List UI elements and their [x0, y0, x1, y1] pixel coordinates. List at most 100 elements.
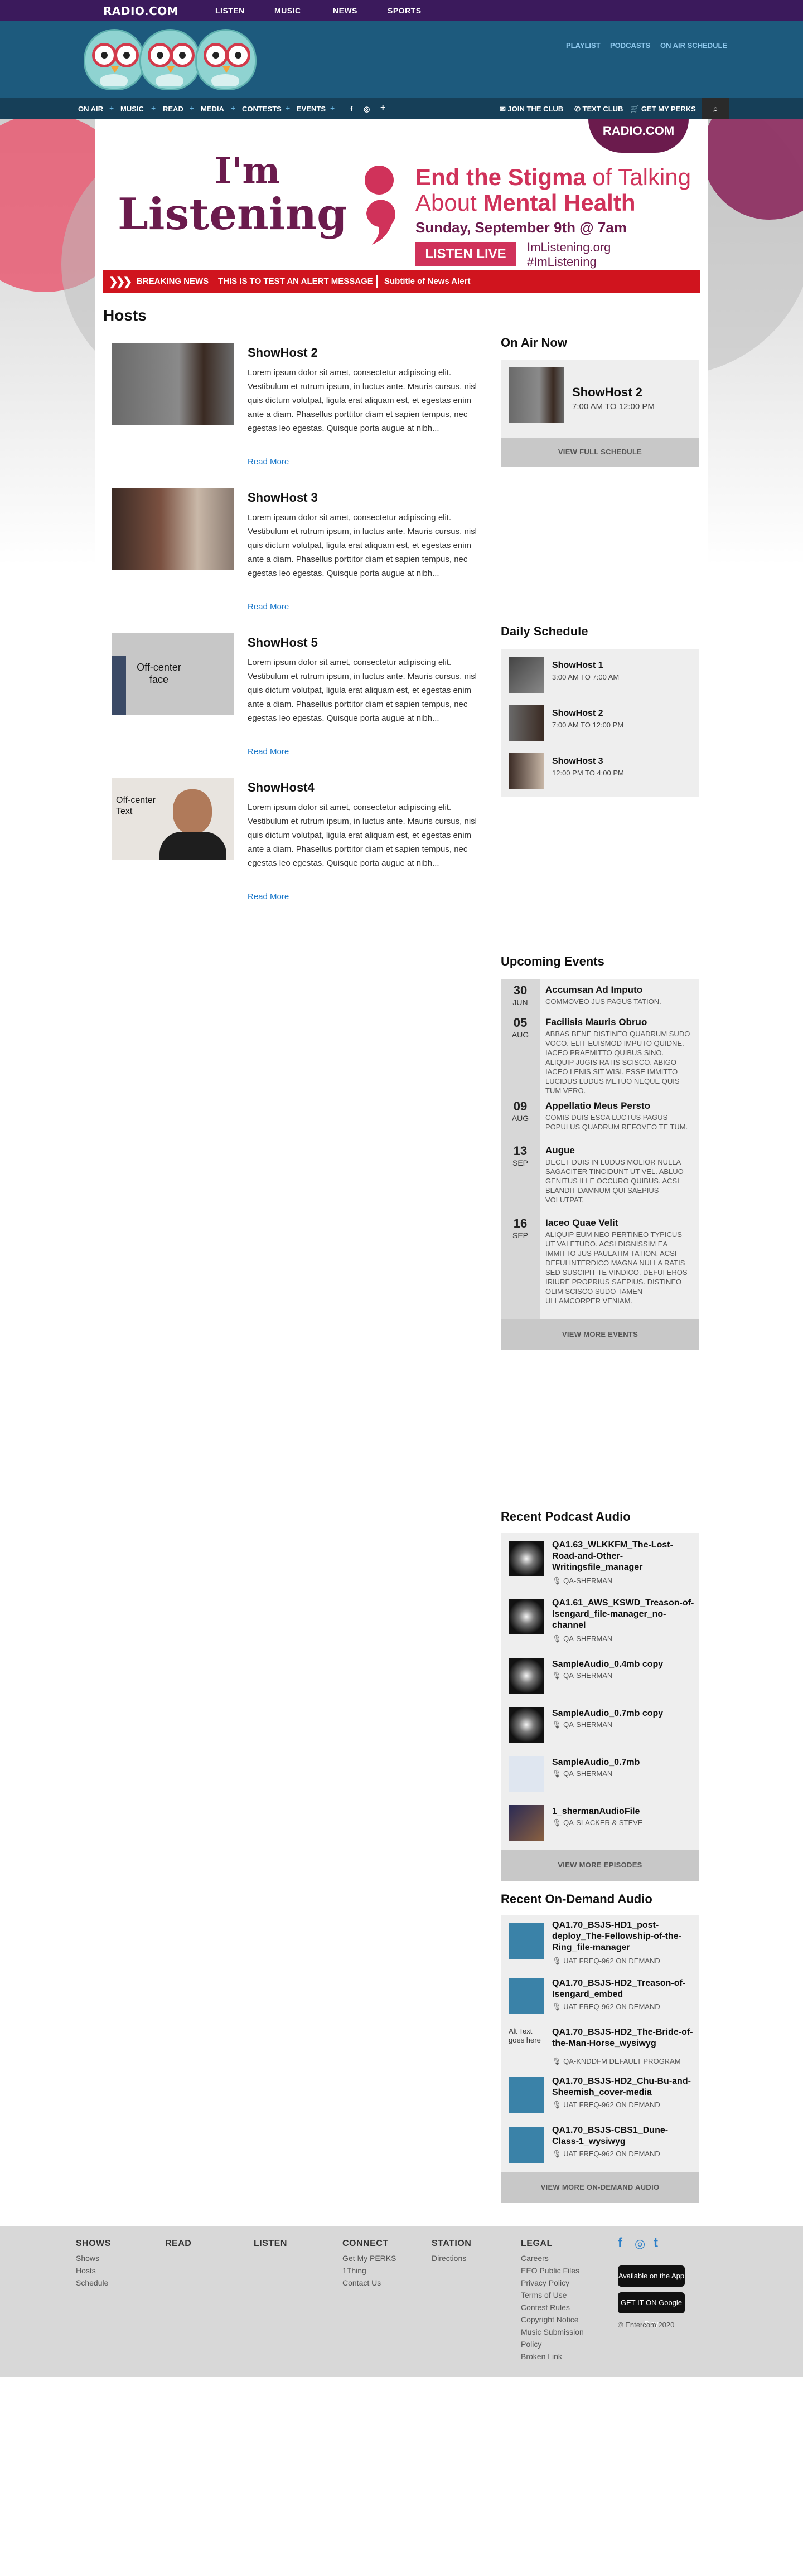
im-listening-banner[interactable]: I'm Listening End the Stigma of Talking … [103, 148, 700, 270]
nav-contests[interactable]: CONTESTS [242, 105, 282, 113]
podcast-episode-title[interactable]: QA1.61_AWS_KSWD_Treason-of-Isengard_file… [552, 1598, 694, 1631]
station-logo-owl[interactable] [195, 29, 257, 90]
instagram-icon[interactable]: ◎ [364, 105, 370, 114]
schedule-host[interactable]: ShowHost 1 [552, 661, 603, 671]
facebook-icon[interactable]: f [350, 105, 352, 113]
footer-link[interactable]: EEO Public Files [521, 2264, 579, 2277]
event-title[interactable]: Accumsan Ad Imputo [545, 984, 642, 996]
facebook-icon[interactable]: f [618, 2235, 622, 2251]
footer-link[interactable]: Broken Link [521, 2350, 562, 2362]
read-more-link[interactable]: Read More [248, 602, 289, 612]
header-link-playlist[interactable]: PLAYLIST [566, 41, 601, 50]
host-photo[interactable]: Off-center face [112, 633, 234, 715]
on-demand-title-link[interactable]: QA1.70_BSJS-HD2_Treason-of-Isengard_embe… [552, 1978, 694, 2000]
top-link-music[interactable]: MUSIC [274, 6, 301, 15]
footer-link[interactable]: Copyright Notice [521, 2313, 579, 2326]
banner-url[interactable]: ImListening.org [527, 240, 611, 255]
radio-logo[interactable]: RADIO.COM [103, 4, 178, 18]
footer-link[interactable]: Shows [76, 2252, 99, 2264]
podcast-title: Recent Podcast Audio [501, 1510, 631, 1524]
view-more-on-demand-button[interactable]: VIEW MORE ON-DEMAND AUDIO [501, 2172, 699, 2203]
podcast-episode-title[interactable]: QA1.63_WLKKFM_The-Lost-Road-and-Other-Wr… [552, 1540, 694, 1573]
top-link-news[interactable]: NEWS [333, 6, 357, 15]
nav-music[interactable]: MUSIC [120, 105, 144, 113]
footer-head-legal[interactable]: LEGAL [521, 2239, 553, 2249]
host-photo[interactable] [112, 343, 234, 425]
on-air-host[interactable]: ShowHost 2 [572, 385, 642, 400]
footer-link[interactable]: Hosts [76, 2264, 96, 2277]
footer-link[interactable]: 1Thing [342, 2264, 366, 2277]
on-demand-title-link[interactable]: QA1.70_BSJS-CBS1_Dune-Class-1_wysiwyg [552, 2125, 694, 2147]
google-play-badge[interactable]: GET IT ON Google Play [618, 2292, 685, 2328]
footer-head-listen[interactable]: LISTEN [254, 2239, 287, 2249]
event-title[interactable]: Appellatio Meus Persto [545, 1100, 650, 1112]
on-air-card[interactable]: ShowHost 2 7:00 AM TO 12:00 PM [501, 360, 699, 438]
nav-read[interactable]: READ [163, 105, 183, 113]
mic-icon: 🎙 [552, 1769, 562, 1778]
read-more-link[interactable]: Read More [248, 457, 289, 467]
podcast-episode-title[interactable]: SampleAudio_0.7mb [552, 1757, 694, 1768]
on-demand-title-link[interactable]: QA1.70_BSJS-HD2_Chu-Bu-and-Sheemish_cove… [552, 2076, 694, 2098]
event-title[interactable]: Iaceo Quae Velit [545, 1217, 618, 1229]
podcast-thumb [509, 1541, 544, 1576]
event-title[interactable]: Facilisis Mauris Obruo [545, 1017, 647, 1028]
host-bio: Lorem ipsum dolor sit amet, consectetur … [248, 368, 477, 433]
host-name[interactable]: ShowHost 3 [248, 491, 318, 505]
event-desc: ALIQUIP EUM NEO PERTINEO TYPICUS UT VALE… [545, 1230, 688, 1305]
event-title[interactable]: Augue [545, 1145, 575, 1156]
nav-on-air[interactable]: ON AIR [78, 105, 103, 113]
breaking-news-bar[interactable]: ❯❯❯ BREAKING NEWS THIS IS TO TEST AN ALE… [103, 270, 700, 293]
podcast-author: 🎙 QA-SLACKER & STEVE [552, 1818, 643, 1827]
daily-schedule-list: ShowHost 1 3:00 AM TO 7:00 AM ShowHost 2… [501, 649, 699, 797]
footer-head-connect[interactable]: CONNECT [342, 2239, 389, 2249]
listen-live-button[interactable]: LISTEN LIVE [415, 242, 516, 266]
header-link-schedule[interactable]: ON AIR SCHEDULE [660, 41, 727, 50]
station-logo-owl[interactable] [139, 29, 201, 90]
footer-link[interactable]: Schedule [76, 2277, 108, 2289]
footer-link[interactable]: Directions [432, 2252, 466, 2264]
join-club-link[interactable]: ✉ JOIN THE CLUB [500, 105, 563, 114]
footer-link[interactable]: Contact Us [342, 2277, 381, 2289]
schedule-host[interactable]: ShowHost 2 [552, 709, 603, 719]
footer-link[interactable]: Privacy Policy [521, 2277, 569, 2289]
twitter-icon[interactable]: t [654, 2235, 658, 2251]
view-full-schedule-button[interactable]: VIEW FULL SCHEDULE [501, 438, 699, 467]
schedule-host[interactable]: ShowHost 3 [552, 756, 603, 767]
view-more-episodes-button[interactable]: VIEW MORE EPISODES [501, 1850, 699, 1881]
top-link-sports[interactable]: SPORTS [388, 6, 422, 15]
host-name[interactable]: ShowHost 5 [248, 635, 318, 650]
read-more-link[interactable]: Read More [248, 892, 289, 901]
text-club-link[interactable]: ✆ TEXT CLUB [574, 105, 623, 114]
header-link-podcasts[interactable]: PODCASTS [610, 41, 650, 50]
instagram-icon[interactable]: ◎ [635, 2237, 645, 2251]
footer-head-station[interactable]: STATION [432, 2239, 471, 2249]
podcast-episode-title[interactable]: 1_shermanAudioFile [552, 1806, 694, 1817]
host-name[interactable]: ShowHost 2 [248, 346, 318, 360]
host-photo[interactable] [112, 488, 234, 570]
search-button[interactable]: ⌕ [702, 98, 729, 119]
footer-link[interactable]: Contest Rules [521, 2301, 570, 2313]
more-plus-icon[interactable]: + [380, 103, 385, 113]
footer-link[interactable]: Careers [521, 2252, 549, 2264]
on-demand-title-link[interactable]: QA1.70_BSJS-HD1_post-deploy_The-Fellowsh… [552, 1920, 694, 1953]
app-store-badge[interactable]: Available on the App Store [618, 2265, 685, 2301]
footer-link[interactable]: Get My PERKS [342, 2252, 396, 2264]
get-perks-link[interactable]: 🛒 GET MY PERKS [630, 105, 696, 114]
view-more-events-button[interactable]: VIEW MORE EVENTS [501, 1319, 699, 1350]
podcast-episode-title[interactable]: SampleAudio_0.4mb copy [552, 1659, 694, 1670]
footer-link[interactable]: Music Submission Policy [521, 2326, 593, 2350]
footer-link[interactable]: Terms of Use [521, 2289, 567, 2301]
top-link-listen[interactable]: LISTEN [215, 6, 245, 15]
read-more-link[interactable]: Read More [248, 747, 289, 756]
footer-head-shows[interactable]: SHOWS [76, 2239, 111, 2249]
nav-media[interactable]: MEDIA [201, 105, 224, 113]
host-name[interactable]: ShowHost4 [248, 780, 315, 795]
podcast-episode-title[interactable]: SampleAudio_0.7mb copy [552, 1708, 694, 1719]
podcast-thumb [509, 1658, 544, 1694]
host-photo[interactable]: Off-center Text [112, 778, 234, 860]
event-desc: DECET DUIS IN LUDUS MOLIOR NULLA SAGACIT… [545, 1158, 684, 1204]
nav-events[interactable]: EVENTS [297, 105, 326, 113]
footer-head-read[interactable]: READ [165, 2239, 191, 2249]
station-logo-owl[interactable] [84, 29, 145, 90]
on-demand-title-link[interactable]: QA1.70_BSJS-HD2_The-Bride-of-the-Man-Hor… [552, 2027, 694, 2049]
